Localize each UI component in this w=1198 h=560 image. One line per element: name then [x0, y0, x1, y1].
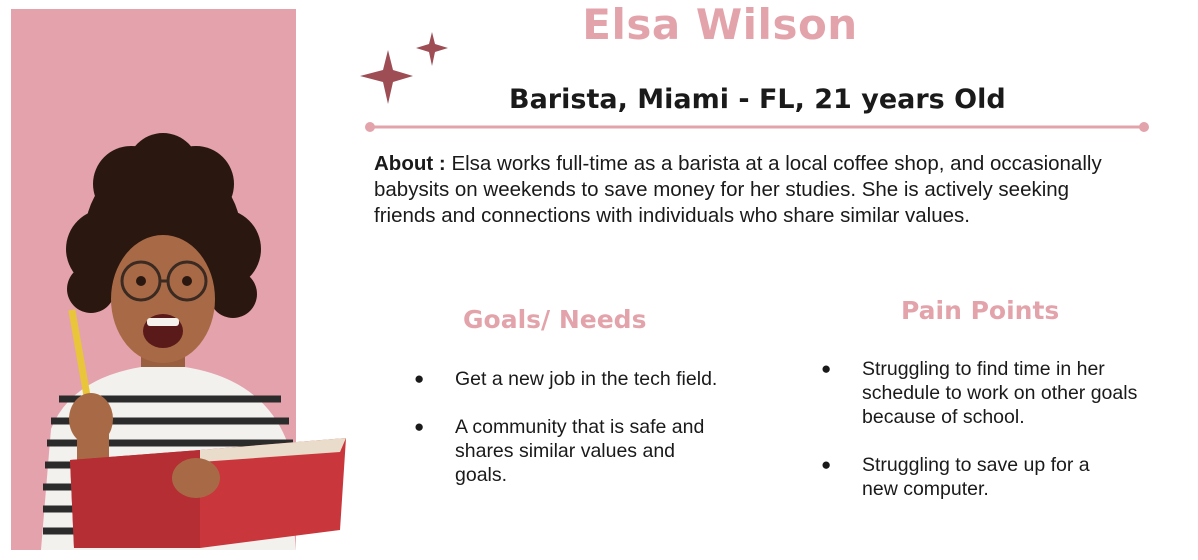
bullet-dot-icon: ● — [414, 369, 425, 388]
goals-list: ● Get a new job in the tech field. ● A c… — [414, 367, 755, 511]
pain-points-list: ● Struggling to find time in her schedul… — [821, 357, 1142, 525]
persona-name: Elsa Wilson — [582, 0, 858, 49]
pain-point-text: Struggling to find time in her schedule … — [862, 358, 1138, 428]
list-item: ● Struggling to save up for a new comput… — [821, 453, 1112, 501]
pain-points-title: Pain Points — [901, 296, 1060, 325]
goals-title: Goals/ Needs — [463, 305, 647, 334]
about-paragraph: About : Elsa works full-time as a barist… — [374, 151, 1134, 229]
book-illustration — [70, 438, 346, 548]
persona-subtitle: Barista, Miami - FL, 21 years Old — [509, 84, 1006, 115]
header-divider — [365, 122, 1149, 132]
goal-text: A community that is safe and shares simi… — [455, 416, 705, 486]
sparkle-icon — [360, 32, 448, 104]
bullet-dot-icon: ● — [821, 359, 832, 378]
pain-point-text: Struggling to save up for a new computer… — [862, 454, 1090, 500]
list-item: ● Struggling to find time in her schedul… — [821, 357, 1142, 429]
bullet-dot-icon: ● — [821, 455, 832, 474]
bullet-dot-icon: ● — [414, 417, 425, 436]
list-item: ● A community that is safe and shares si… — [414, 415, 725, 487]
goal-text: Get a new job in the tech field. — [455, 368, 718, 390]
list-item: ● Get a new job in the tech field. — [414, 367, 755, 391]
about-text: Elsa works full-time as a barista at a l… — [374, 152, 1102, 227]
about-label: About : — [374, 152, 446, 175]
